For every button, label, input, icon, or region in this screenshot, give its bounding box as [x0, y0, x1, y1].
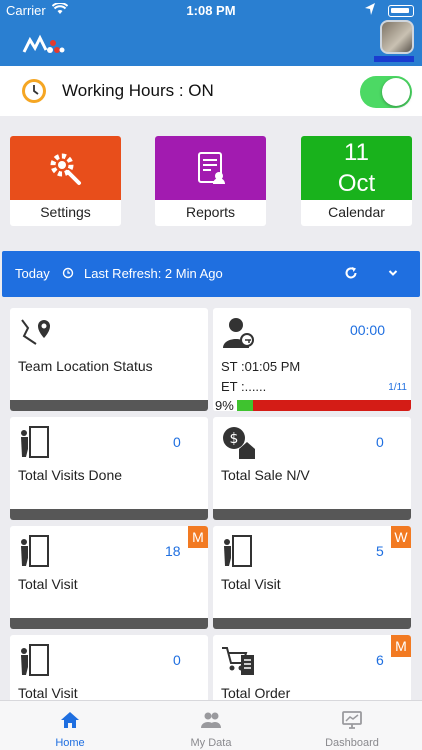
tab-home[interactable]: Home	[0, 701, 140, 750]
route-pin-icon	[21, 319, 50, 345]
working-hours-label: Working Hours : ON	[62, 81, 214, 100]
page-indicator: 1/11	[388, 382, 407, 393]
tab-dashboard[interactable]: Dashboard	[282, 701, 422, 750]
team-location-title: Team Location Status	[18, 358, 153, 374]
users-icon	[201, 712, 221, 728]
dashboard-icon	[342, 711, 362, 729]
visits-done-count: 0	[173, 434, 181, 450]
avatar-name-strip	[374, 56, 414, 62]
timer-value: 00:00	[349, 322, 385, 338]
location-arrow-icon	[364, 2, 376, 19]
total-sale-card[interactable]: $ 0 Total Sale N/V	[213, 417, 411, 520]
calendar-month: Oct	[337, 170, 376, 197]
period-badge: W	[391, 526, 411, 548]
app-logo-icon	[22, 34, 65, 53]
status-bar: Carrier 1:08 PM	[0, 0, 422, 22]
card-footer-bar	[10, 509, 208, 520]
home-icon	[61, 712, 79, 728]
reports-tile[interactable]: Reports	[155, 136, 266, 226]
visits-done-card[interactable]: 0 Total Visits Done	[10, 417, 208, 520]
start-time: ST :01:05 PM	[221, 359, 301, 374]
total-sale-title: Total Sale N/V	[221, 467, 310, 483]
settings-label: Settings	[40, 204, 91, 220]
working-hours-toggle[interactable]	[360, 76, 412, 108]
period-selector[interactable]: Today	[15, 266, 50, 281]
progress-percent: 9%	[215, 398, 234, 411]
reports-tile-header	[155, 136, 266, 200]
toggle-knob	[382, 78, 410, 106]
calendar-label: Calendar	[328, 204, 385, 220]
gear-wrench-icon	[50, 153, 81, 185]
card-footer-bar	[213, 509, 411, 520]
total-visit-count: 18	[165, 543, 181, 559]
total-visit-weekly-card[interactable]: W 5 Total Visit	[213, 526, 411, 629]
calendar-tile[interactable]: 11 Oct Calendar	[301, 136, 412, 226]
refresh-icon[interactable]	[344, 266, 358, 280]
report-document-icon	[198, 152, 225, 184]
svg-text:$: $	[230, 431, 239, 447]
timer-icon	[62, 267, 74, 279]
total-sale-count: 0	[376, 434, 384, 450]
card-footer-bar	[10, 618, 208, 629]
end-time: ET :......	[221, 379, 267, 394]
dollar-home-icon: $	[223, 427, 255, 459]
card-footer-bar	[10, 400, 208, 411]
app-header	[0, 20, 422, 66]
progress-fill	[237, 400, 253, 411]
tab-home-label: Home	[55, 737, 85, 749]
tab-dashboard-label: Dashboard	[325, 737, 379, 749]
total-visit-count: 5	[376, 543, 384, 559]
total-visit-count: 0	[173, 652, 181, 668]
door-knock-icon	[224, 535, 252, 567]
door-knock-icon	[21, 426, 49, 458]
total-order-title: Total Order	[221, 685, 291, 701]
total-visit-title: Total Visit	[221, 576, 281, 592]
chevron-down-icon[interactable]	[387, 267, 399, 279]
card-footer-bar	[213, 618, 411, 629]
cart-list-icon	[222, 647, 254, 675]
team-location-card[interactable]: Team Location Status	[10, 308, 208, 411]
visits-done-title: Total Visits Done	[18, 467, 123, 483]
bottom-tab-bar: Home My Data Dashboard	[0, 700, 422, 750]
period-badge: M	[188, 526, 208, 548]
period-badge: M	[391, 635, 411, 657]
avatar[interactable]	[380, 20, 414, 54]
reports-label: Reports	[185, 204, 236, 220]
total-order-count: 6	[376, 652, 384, 668]
tab-my-data-label: My Data	[190, 737, 232, 749]
total-visit-monthly-card[interactable]: M 18 Total Visit	[10, 526, 208, 629]
calendar-day: 11	[344, 139, 369, 166]
working-hours-bar: Working Hours : ON	[0, 66, 422, 116]
settings-tile[interactable]: Settings	[10, 136, 121, 226]
total-visit-title: Total Visit	[18, 685, 78, 701]
door-knock-icon	[21, 535, 49, 567]
refresh-bar: Today Last Refresh: 2 Min Ago	[2, 251, 420, 297]
door-knock-icon	[21, 644, 49, 676]
calendar-tile-header: 11 Oct	[301, 136, 412, 200]
last-refresh-text: Last Refresh: 2 Min Ago	[84, 266, 223, 281]
progress-bar	[237, 400, 411, 411]
total-visit-title: Total Visit	[18, 576, 78, 592]
battery-icon	[388, 5, 414, 17]
user-key-icon	[223, 318, 254, 348]
alarm-clock-icon	[22, 79, 46, 103]
working-hours-card[interactable]: 00:00 ST :01:05 PM ET :...... 1/11 9%	[213, 308, 411, 411]
clock-time: 1:08 PM	[186, 3, 236, 18]
settings-tile-header	[10, 136, 121, 200]
tab-my-data[interactable]: My Data	[141, 701, 281, 750]
